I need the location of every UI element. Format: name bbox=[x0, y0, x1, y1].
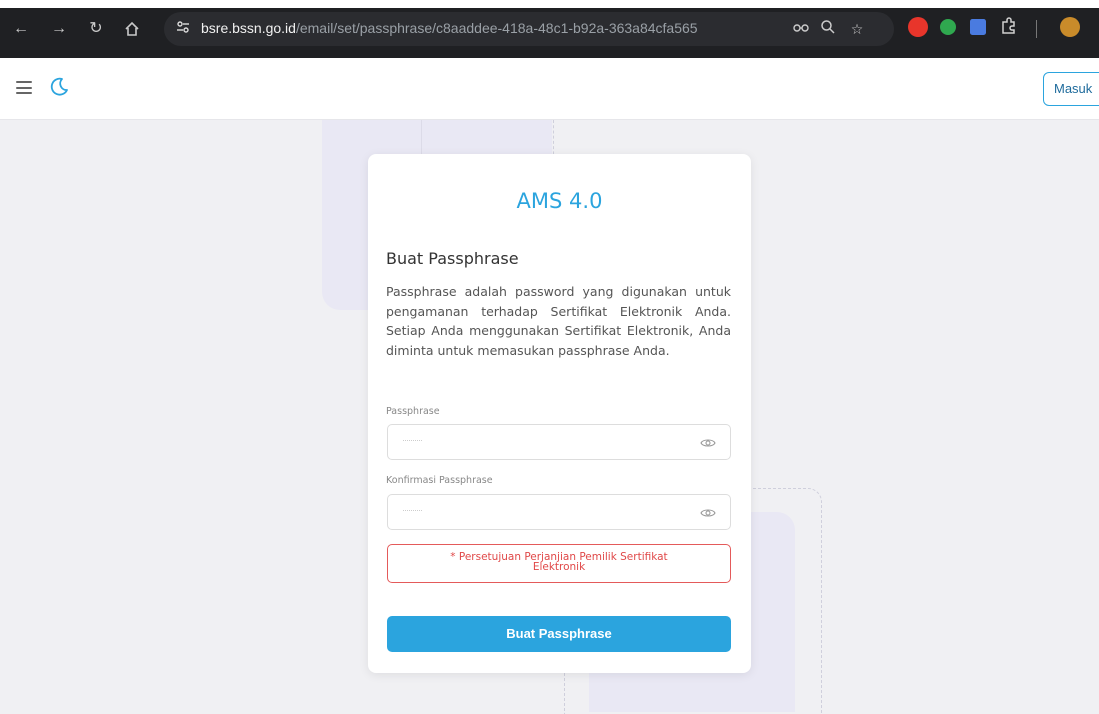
profile-avatar[interactable] bbox=[1060, 17, 1080, 37]
menu-icon[interactable] bbox=[16, 81, 32, 94]
card-title: AMS 4.0 bbox=[516, 189, 603, 213]
toolbar-divider bbox=[1036, 20, 1037, 38]
agreement-link[interactable]: * Persetujuan Perjanjian Pemilik Sertifi… bbox=[387, 544, 731, 583]
passphrase-value: ·········· bbox=[402, 435, 423, 445]
forward-arrow-icon[interactable]: → bbox=[48, 18, 70, 40]
bookmark-star-icon[interactable]: ☆ bbox=[847, 19, 867, 39]
description-text: Passphrase adalah password yang digunaka… bbox=[386, 284, 731, 358]
show-confirm-eye-icon[interactable] bbox=[700, 505, 716, 521]
extension-translate-icon[interactable] bbox=[970, 19, 986, 35]
zoom-icon[interactable] bbox=[818, 19, 838, 39]
reload-icon[interactable]: ↻ bbox=[85, 18, 107, 40]
passphrase-card: AMS 4.0 Buat Passphrase Passphrase adala… bbox=[368, 154, 751, 673]
url-host: bsre.bssn.go.id bbox=[201, 20, 296, 36]
section-title: Buat Passphrase bbox=[386, 249, 519, 268]
confirm-passphrase-input[interactable]: ·········· bbox=[387, 494, 731, 530]
passphrase-input[interactable]: ·········· bbox=[387, 424, 731, 460]
confirm-passphrase-label: Konfirmasi Passphrase bbox=[386, 475, 493, 486]
extensions-puzzle-icon[interactable] bbox=[1000, 17, 1020, 37]
browser-toolbar: ← → ↻ bsre.bssn.go.id/email/set/passphra… bbox=[0, 0, 1099, 58]
home-icon[interactable] bbox=[121, 18, 143, 40]
dark-mode-icon[interactable] bbox=[48, 75, 70, 97]
create-passphrase-button[interactable]: Buat Passphrase bbox=[387, 616, 731, 652]
url-text: bsre.bssn.go.id/email/set/passphrase/c8a… bbox=[201, 20, 698, 36]
tab-strip bbox=[0, 0, 1099, 8]
back-arrow-icon[interactable]: ← bbox=[10, 18, 32, 40]
url-path: /email/set/passphrase/c8aaddee-418a-48c1… bbox=[295, 20, 698, 36]
passphrase-label: Passphrase bbox=[386, 406, 440, 417]
site-settings-icon[interactable] bbox=[174, 20, 192, 38]
confirm-passphrase-value: ·········· bbox=[402, 505, 423, 515]
extension-red-icon[interactable] bbox=[908, 17, 928, 37]
address-bar[interactable]: bsre.bssn.go.id/email/set/passphrase/c8a… bbox=[164, 12, 894, 46]
password-key-icon[interactable] bbox=[792, 19, 812, 39]
extension-green-icon[interactable] bbox=[940, 19, 956, 35]
login-button[interactable]: Masuk bbox=[1043, 72, 1099, 106]
app-header: Masuk bbox=[0, 58, 1099, 120]
show-password-eye-icon[interactable] bbox=[700, 435, 716, 451]
